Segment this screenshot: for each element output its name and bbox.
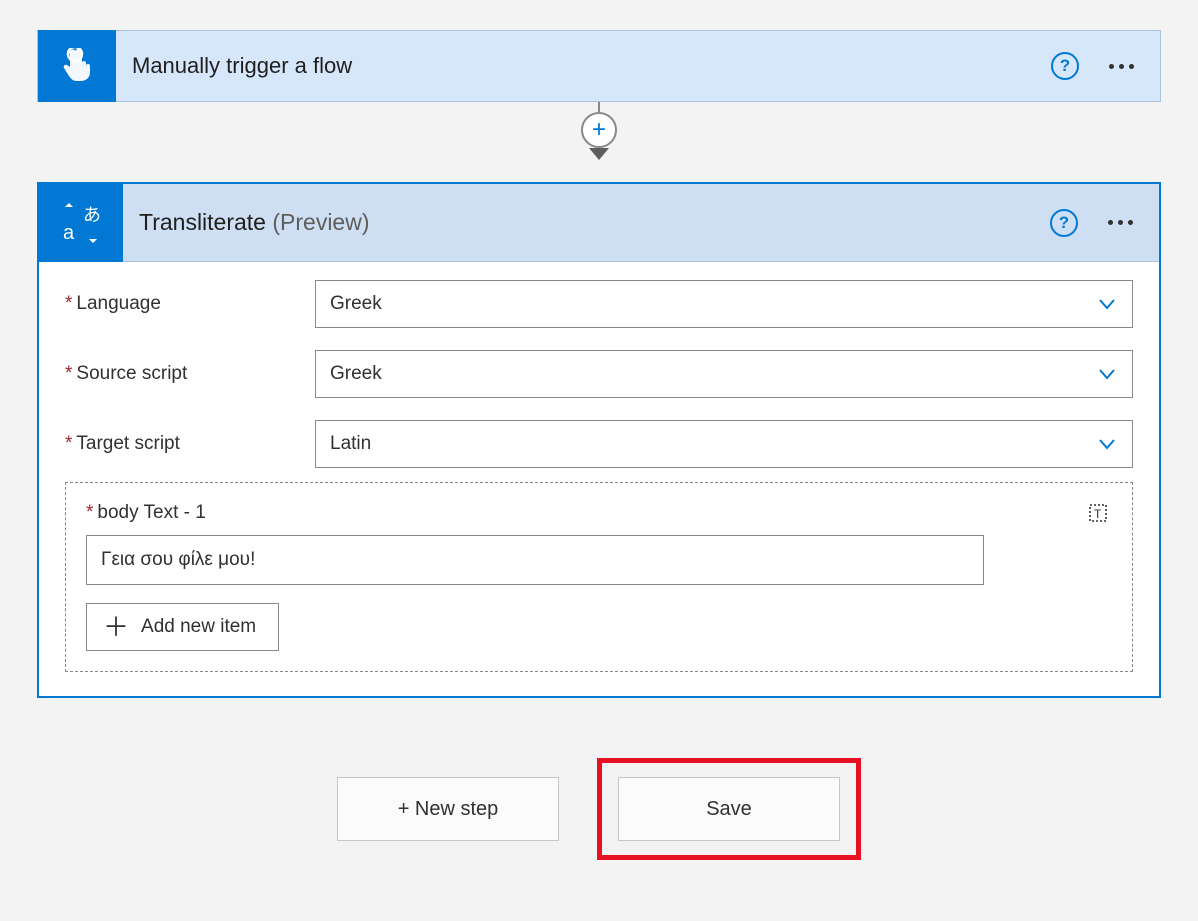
more-menu-icon[interactable]: [1107, 58, 1136, 75]
action-card: あ a Transliterate (Preview) ? *Language: [37, 182, 1161, 698]
bottom-actions: + New step Save: [37, 758, 1161, 860]
chevron-down-icon: [1096, 363, 1118, 385]
save-highlight-box: Save: [597, 758, 861, 860]
body-text-label: body Text - 1: [97, 502, 205, 523]
chevron-down-icon: [1096, 433, 1118, 455]
source-script-select[interactable]: Greek: [315, 350, 1133, 398]
required-indicator: *: [65, 293, 72, 314]
plus-icon: ＋: [103, 614, 129, 640]
more-menu-icon[interactable]: [1106, 214, 1135, 231]
new-step-button[interactable]: + New step: [337, 777, 559, 841]
chevron-down-icon: [1096, 293, 1118, 315]
flow-connector: +: [37, 102, 1161, 182]
manual-trigger-icon: [38, 30, 116, 102]
insert-step-button[interactable]: +: [581, 112, 617, 148]
action-header[interactable]: あ a Transliterate (Preview) ?: [39, 184, 1159, 262]
body-text-input[interactable]: [86, 535, 984, 585]
save-button[interactable]: Save: [618, 777, 840, 841]
field-target-script: *Target script Latin: [65, 420, 1133, 468]
source-script-label: Source script: [76, 363, 187, 384]
trigger-card[interactable]: Manually trigger a flow ?: [37, 30, 1161, 102]
trigger-title: Manually trigger a flow: [116, 53, 1051, 79]
svg-text:a: a: [63, 222, 75, 244]
action-title: Transliterate (Preview): [123, 209, 1050, 236]
language-select[interactable]: Greek: [315, 280, 1133, 328]
help-icon[interactable]: ?: [1051, 52, 1079, 80]
add-item-button[interactable]: ＋ Add new item: [86, 603, 279, 651]
required-indicator: *: [65, 433, 72, 454]
body-text-item: *body Text - 1 T ＋ Add new item: [65, 482, 1133, 672]
field-source-script: *Source script Greek: [65, 350, 1133, 398]
target-script-select[interactable]: Latin: [315, 420, 1133, 468]
svg-text:あ: あ: [83, 205, 101, 225]
help-icon[interactable]: ?: [1050, 209, 1078, 237]
required-indicator: *: [86, 502, 93, 523]
translator-icon: あ a: [39, 184, 123, 262]
switch-mode-icon[interactable]: T: [1084, 499, 1112, 527]
field-language: *Language Greek: [65, 280, 1133, 328]
required-indicator: *: [65, 363, 72, 384]
language-label: Language: [76, 293, 161, 314]
svg-text:T: T: [1094, 507, 1102, 521]
target-script-label: Target script: [76, 433, 179, 454]
